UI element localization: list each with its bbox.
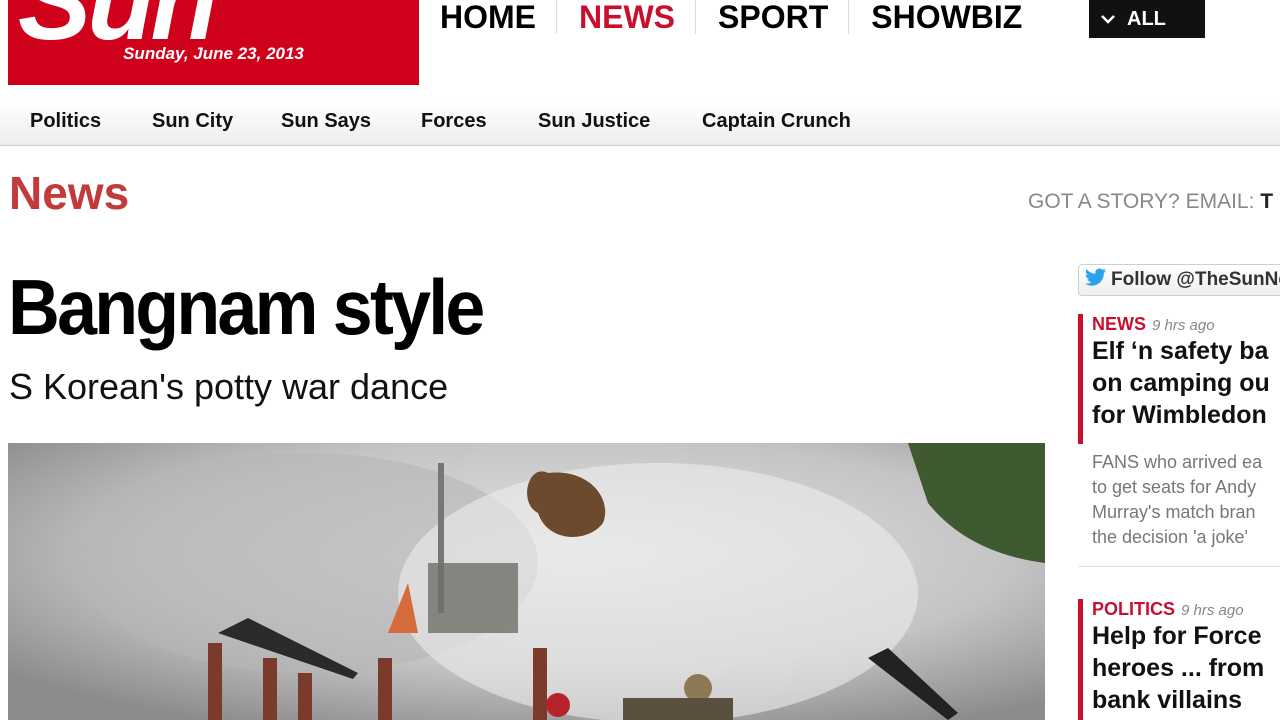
topnav-showbiz[interactable]: SHOWBIZ — [849, 0, 1042, 34]
chevron-down-icon — [1101, 11, 1115, 27]
got-story-text: GOT A STORY? EMAIL: — [1028, 190, 1255, 213]
twitter-follow-button[interactable]: Follow @TheSunNe — [1078, 264, 1280, 296]
story-title-line[interactable]: for Wimbledon — [1092, 399, 1280, 431]
story-category[interactable]: NEWS — [1092, 314, 1146, 334]
sun-logo[interactable]: Sun Sunday, June 23, 2013 — [8, 0, 419, 85]
subnav-captain-crunch[interactable]: Captain Crunch — [702, 110, 851, 133]
story-time: 9 hrs ago — [1181, 602, 1244, 619]
subnav-sun-justice[interactable]: Sun Justice — [538, 110, 650, 133]
story-summary-line: Murray's match bran — [1092, 502, 1256, 522]
story-summary: FANS who arrived ea to get seats for And… — [1092, 450, 1280, 550]
subnav-forces[interactable]: Forces — [421, 110, 487, 133]
story-meta: NEWS 9 hrs ago — [1092, 314, 1280, 335]
article-hero-image[interactable] — [8, 443, 1045, 720]
story-title-line[interactable]: heroes ... from — [1092, 652, 1280, 684]
sidebar-divider — [1078, 566, 1280, 567]
story-title-line[interactable]: on camping ou — [1092, 367, 1280, 399]
all-sections-button[interactable]: ALL — [1089, 0, 1205, 38]
subnav-sun-says[interactable]: Sun Says — [281, 110, 371, 133]
story-time: 9 hrs ago — [1152, 317, 1215, 334]
section-title: News — [9, 167, 130, 219]
topnav-news[interactable]: NEWS — [557, 0, 696, 34]
story-title-line[interactable]: bank villains — [1092, 684, 1280, 716]
article-standfirst: S Korean's potty war dance — [9, 366, 449, 407]
hero-photo — [8, 443, 1045, 720]
subnav-politics[interactable]: Politics — [30, 110, 101, 133]
story-title-line[interactable]: Help for Force — [1092, 620, 1280, 652]
story-meta: POLITICS 9 hrs ago — [1092, 599, 1280, 620]
sidebar-story[interactable]: NEWS 9 hrs ago Elf ‘n safety ba on campin… — [1078, 314, 1280, 444]
twitter-bird-icon — [1085, 268, 1107, 292]
topnav-sport[interactable]: SPORT — [696, 0, 850, 34]
story-summary-line: the decision 'a joke' — [1092, 527, 1248, 547]
story-summary-line: to get seats for Andy — [1092, 477, 1257, 497]
topnav-home[interactable]: HOME — [418, 0, 557, 34]
got-story-email[interactable]: T — [1260, 190, 1273, 213]
sub-navigation: Politics Sun City Sun Says Forces Sun Ju… — [0, 100, 1280, 146]
top-navigation: HOME NEWS SPORT SHOWBIZ — [418, 0, 1042, 40]
article-headline[interactable]: Bangnam style — [8, 262, 485, 353]
story-title-line[interactable]: Elf ‘n safety ba — [1092, 335, 1280, 367]
sidebar-story[interactable]: POLITICS 9 hrs ago Help for Force heroes … — [1078, 599, 1280, 720]
all-sections-label: ALL — [1127, 7, 1166, 30]
subnav-sun-city[interactable]: Sun City — [152, 110, 233, 133]
twitter-follow-label: Follow @TheSunNe — [1111, 269, 1280, 290]
story-category[interactable]: POLITICS — [1092, 599, 1175, 619]
story-summary-line: FANS who arrived ea — [1092, 452, 1263, 472]
got-a-story-banner[interactable]: GOT A STORY? EMAIL: T — [1028, 190, 1273, 214]
masthead-date: Sunday, June 23, 2013 — [123, 44, 304, 63]
